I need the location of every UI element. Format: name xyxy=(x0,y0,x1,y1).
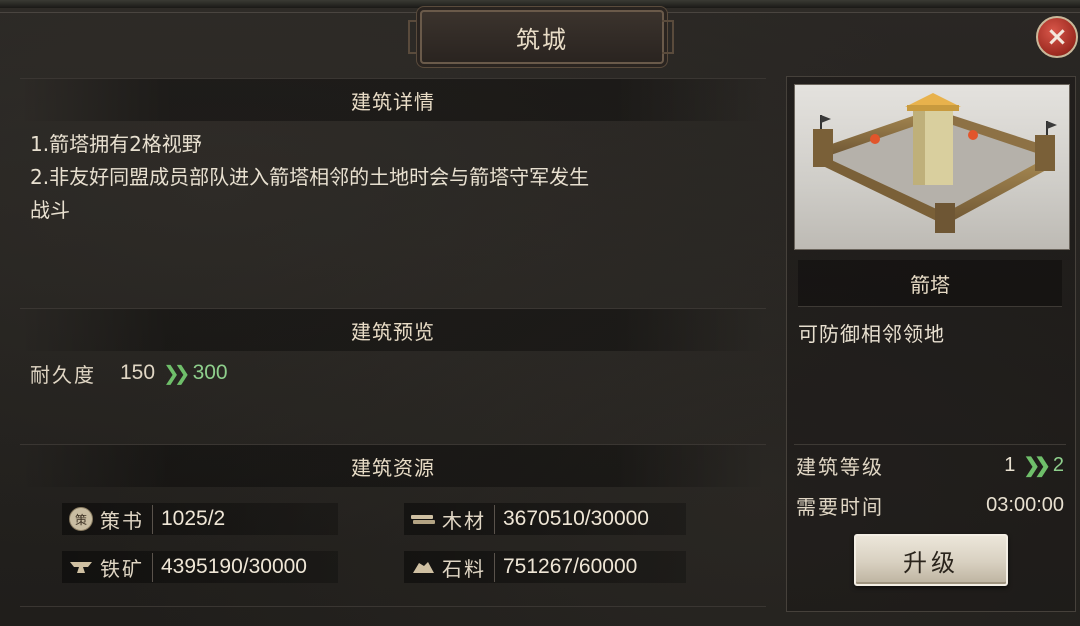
resource-name: 石料 xyxy=(442,552,495,582)
book-seal-icon: 策 xyxy=(68,507,94,531)
resource-item: 策 策书 1025/2 xyxy=(62,503,338,535)
level-value: 1 ❯❯ 2 xyxy=(1004,453,1064,478)
building-preview-image xyxy=(794,84,1070,250)
durability-next: 300 xyxy=(192,361,228,384)
resources-header-label: 建筑资源 xyxy=(351,455,435,480)
durability-row: 耐久度 150 ❯❯ 300 xyxy=(30,358,228,388)
seal-char: 策 xyxy=(69,507,93,531)
time-row: 需要时间 03:00:00 xyxy=(796,490,1064,520)
level-label: 建筑等级 xyxy=(796,454,884,479)
title-plate: 筑城 xyxy=(420,10,664,64)
time-value: 03:00:00 xyxy=(986,493,1064,516)
level-next: 2 xyxy=(1052,453,1064,476)
upgrade-arrow-icon: ❯❯ xyxy=(1023,454,1050,477)
durability-current: 150 xyxy=(120,361,156,384)
building-description: 可防御相邻领地 xyxy=(798,322,945,346)
time-label: 需要时间 xyxy=(796,494,884,519)
resource-value: 751267/60000 xyxy=(503,555,638,578)
details-header: 建筑详情 xyxy=(20,78,766,121)
level-row: 建筑等级 1 ❯❯ 2 xyxy=(796,450,1064,480)
divider xyxy=(20,606,766,607)
top-strip xyxy=(0,0,1080,8)
details-line: 1.箭塔拥有2格视野 xyxy=(30,132,202,156)
resource-name: 铁矿 xyxy=(100,552,153,582)
resource-item: 铁矿 4395190/30000 xyxy=(62,551,338,583)
iron-anvil-icon xyxy=(68,556,94,578)
details-text: 1.箭塔拥有2格视野 2.非友好同盟成员部队进入箭塔相邻的土地时会与箭塔守军发生… xyxy=(30,128,770,227)
durability-label: 耐久度 xyxy=(30,362,96,387)
resource-item: 石料 751267/60000 xyxy=(404,551,686,583)
building-name-label: 箭塔 xyxy=(910,272,950,297)
level-current: 1 xyxy=(1004,453,1016,476)
resource-value: 3670510/30000 xyxy=(503,507,649,530)
divider xyxy=(794,444,1066,445)
building-name: 箭塔 xyxy=(798,260,1062,307)
details-header-label: 建筑详情 xyxy=(351,89,435,114)
resource-value: 1025/2 xyxy=(161,507,226,530)
close-icon: × xyxy=(1046,22,1068,52)
title-ornament-left xyxy=(408,20,420,54)
upgrade-button-label: 升级 xyxy=(903,548,959,577)
upgrade-button[interactable]: 升级 xyxy=(854,534,1008,586)
resource-name: 策书 xyxy=(100,504,153,534)
close-button[interactable]: × xyxy=(1036,16,1078,58)
preview-header-label: 建筑预览 xyxy=(351,319,435,344)
title-ornament-right xyxy=(662,20,674,54)
wood-icon xyxy=(410,508,436,530)
window-title: 筑城 xyxy=(516,25,568,54)
resource-name: 木材 xyxy=(442,504,495,534)
stone-icon xyxy=(410,556,436,578)
details-line: 战斗 xyxy=(30,198,70,222)
resource-value: 4395190/30000 xyxy=(161,555,307,578)
resources-header: 建筑资源 xyxy=(20,444,766,487)
resource-item: 木材 3670510/30000 xyxy=(404,503,686,535)
details-line: 2.非友好同盟成员部队进入箭塔相邻的土地时会与箭塔守军发生 xyxy=(30,165,590,189)
upgrade-arrow-icon: ❯❯ xyxy=(163,361,190,385)
preview-header: 建筑预览 xyxy=(20,308,766,351)
